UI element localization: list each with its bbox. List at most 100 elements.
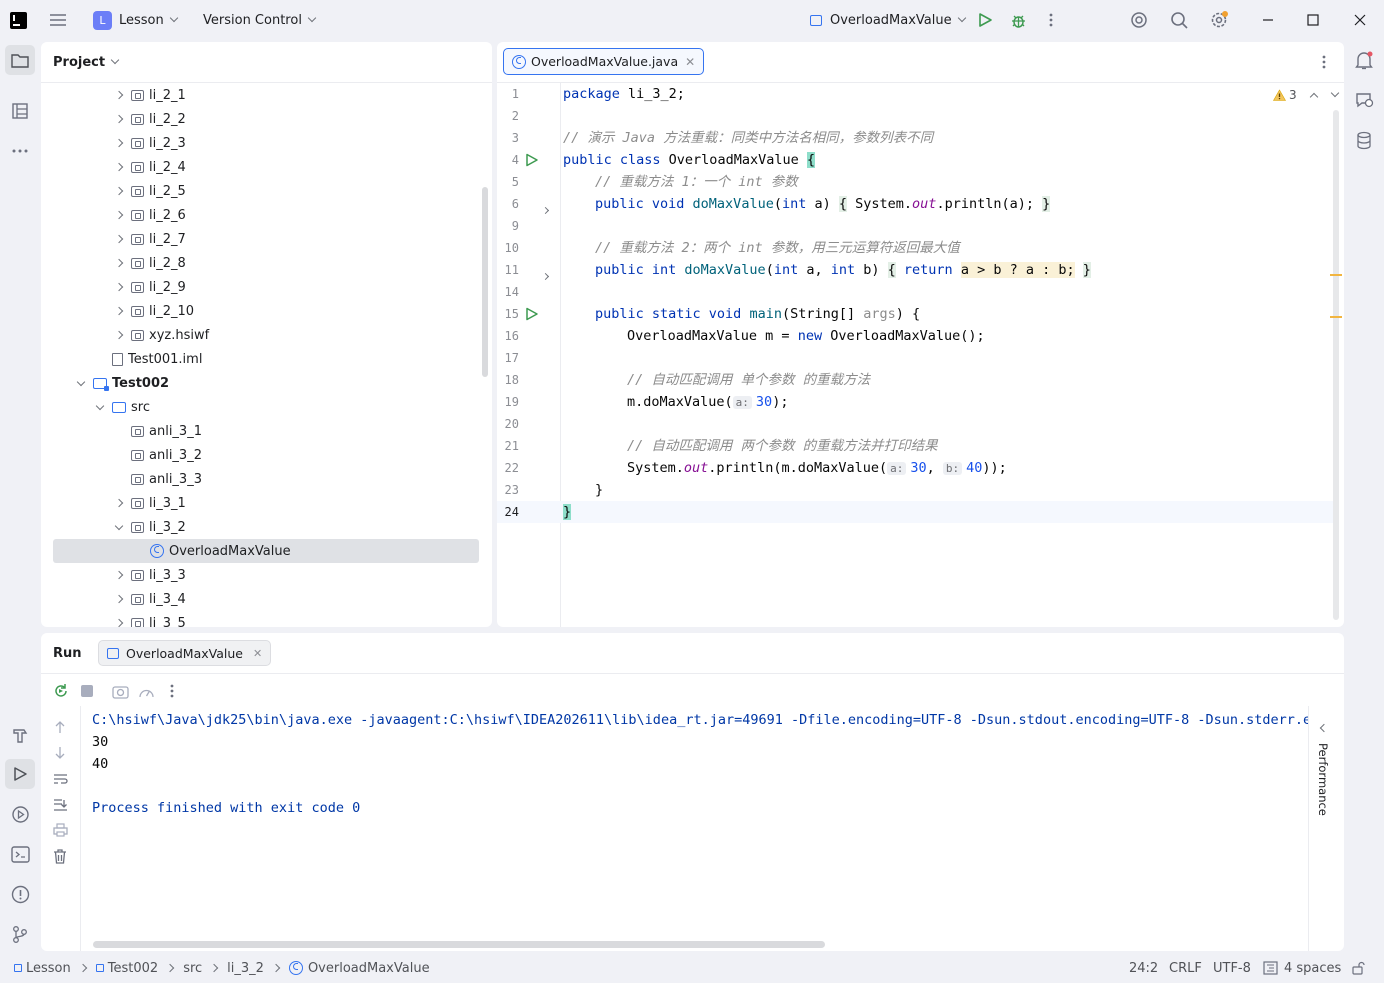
settings-gear-icon[interactable] [1209,0,1229,40]
chevron-down-icon[interactable] [1330,88,1339,98]
line-number[interactable]: 1 [497,83,519,105]
database-icon[interactable] [1349,125,1379,155]
chevron-right-icon[interactable] [111,306,127,316]
code-line-22[interactable]: System.out.println(m.doMaxValue(a: 30, b:… [627,457,1007,479]
line-number[interactable]: 17 [497,347,519,369]
code-line-16[interactable]: OverloadMaxValue m = new OverloadMaxValu… [627,325,985,347]
git-branch-icon[interactable] [5,919,35,949]
warning-stripe-marker[interactable] [1330,316,1342,318]
code-line-23[interactable]: } [595,479,603,501]
tree-item[interactable]: li_2_6 [41,203,481,227]
run-tool-icon[interactable] [5,759,35,789]
tree-item[interactable]: anli_3_1 [41,419,481,443]
profiler-gauge-icon[interactable] [138,684,155,703]
line-number[interactable]: 22 [497,457,519,479]
vcs-menu[interactable]: Version Control [203,0,321,40]
code-line-11[interactable]: public int doMaxValue(int a, int b) { re… [595,259,1091,281]
tree-scrollbar[interactable] [482,187,488,377]
tree-item[interactable]: li_2_9 [41,275,481,299]
tree-item[interactable]: li_2_7 [41,227,481,251]
tree-item[interactable]: li_3_3 [41,563,481,587]
maximize-window-icon[interactable] [1307,0,1319,40]
chevron-right-icon[interactable] [111,186,127,196]
code-line-6[interactable]: public void doMaxValue(int a) { System.o… [595,193,1051,215]
code-line-15[interactable]: public static void main(String[] args) { [595,303,920,325]
caret-position[interactable]: 24:2 [1129,957,1158,979]
chevron-right-icon[interactable] [111,498,127,508]
chevron-right-icon[interactable] [111,330,127,340]
services-icon[interactable] [5,799,35,829]
notifications-bell-icon[interactable] [1349,45,1379,75]
chevron-right-icon[interactable] [111,90,127,100]
stop-icon[interactable] [81,685,93,697]
soft-wrap-icon[interactable] [53,773,68,790]
tree-item[interactable]: li_2_5 [41,179,481,203]
line-number[interactable]: 19 [497,391,519,413]
line-number[interactable]: 20 [497,413,519,435]
project-panel-header[interactable]: Project [53,50,124,74]
tree-item[interactable]: Test002 [41,371,481,395]
inspection-widget[interactable]: 3 [1273,88,1339,102]
chevron-down-icon[interactable] [111,521,127,532]
line-number[interactable]: 18 [497,369,519,391]
tree-item[interactable]: Test001.iml [41,347,481,371]
tree-item[interactable]: li_2_2 [41,107,481,131]
chevron-right-icon[interactable] [111,162,127,172]
line-number[interactable]: 16 [497,325,519,347]
project-switcher[interactable]: L Lesson [93,0,183,40]
warning-stripe-marker[interactable] [1330,274,1342,276]
line-number[interactable]: 24 [497,501,519,523]
tree-item[interactable]: li_3_5 [41,611,481,627]
breadcrumb-item[interactable]: OverloadMaxValue [308,961,430,976]
code-line-24[interactable]: } [563,501,572,523]
rerun-icon[interactable] [53,683,69,703]
code-line-4[interactable]: public class OverloadMaxValue { [563,149,815,171]
line-separator[interactable]: CRLF [1169,957,1202,979]
run-main-gutter-icon[interactable] [525,307,539,325]
run-tab[interactable]: OverloadMaxValue ✕ [98,640,272,666]
minimize-window-icon[interactable] [1262,0,1274,40]
tree-item[interactable]: anli_3_2 [41,443,481,467]
console-command-line[interactable]: C:\hsiwf\Java\jdk25\bin\java.exe -javaag… [92,709,1308,731]
code-line-10[interactable]: // 重载方法 2：两个 int 参数，用三元运算符返回最大值 [595,237,960,259]
chevron-left-icon[interactable] [1319,720,1329,735]
line-number[interactable]: 3 [497,127,519,149]
line-number[interactable]: 23 [497,479,519,501]
chevron-right-icon[interactable] [111,282,127,292]
chevron-right-icon[interactable] [111,594,127,604]
chevron-right-icon[interactable] [111,210,127,220]
tree-item[interactable]: li_3_1 [41,491,481,515]
breadcrumb-item[interactable]: li_3_2 [227,961,264,976]
line-number[interactable]: 9 [497,215,519,237]
line-number[interactable]: 14 [497,281,519,303]
line-number[interactable]: 15 [497,303,519,325]
tree-item[interactable]: anli_3_3 [41,467,481,491]
more-tools-icon[interactable] [5,136,35,166]
ai-chat-icon[interactable] [1349,85,1379,115]
debug-button[interactable] [1010,0,1027,40]
chevron-right-icon[interactable] [111,114,127,124]
code-line-21[interactable]: // 自动匹配调用 两个参数 的重载方法并打印结果 [627,435,938,457]
breadcrumb-item[interactable]: Test002 [108,961,158,976]
close-window-icon[interactable] [1354,0,1366,40]
code-line-5[interactable]: // 重载方法 1：一个 int 参数 [595,171,798,193]
line-number[interactable]: 5 [497,171,519,193]
tree-item[interactable]: li_2_4 [41,155,481,179]
breadcrumb-item[interactable]: src [183,961,202,976]
indent-settings[interactable]: 4 spaces [1263,957,1341,979]
editor-more-icon[interactable] [1321,54,1327,74]
terminal-icon[interactable] [5,839,35,869]
structure-icon[interactable] [5,96,35,126]
run-button[interactable] [977,0,993,40]
chevron-right-icon[interactable] [111,234,127,244]
tree-item[interactable]: OverloadMaxValue [53,539,479,563]
tree-item[interactable]: src [41,395,481,419]
chevron-up-icon[interactable] [1309,92,1318,102]
print-icon[interactable] [53,823,68,841]
tree-item[interactable]: li_2_3 [41,131,481,155]
code-line-1[interactable]: package li_3_2; [563,83,685,105]
scroll-to-end-icon[interactable] [53,798,68,815]
project-tool-folder-icon[interactable] [5,45,35,75]
console-output-line[interactable]: 40 [92,753,108,775]
fold-expand-icon[interactable] [541,202,550,217]
